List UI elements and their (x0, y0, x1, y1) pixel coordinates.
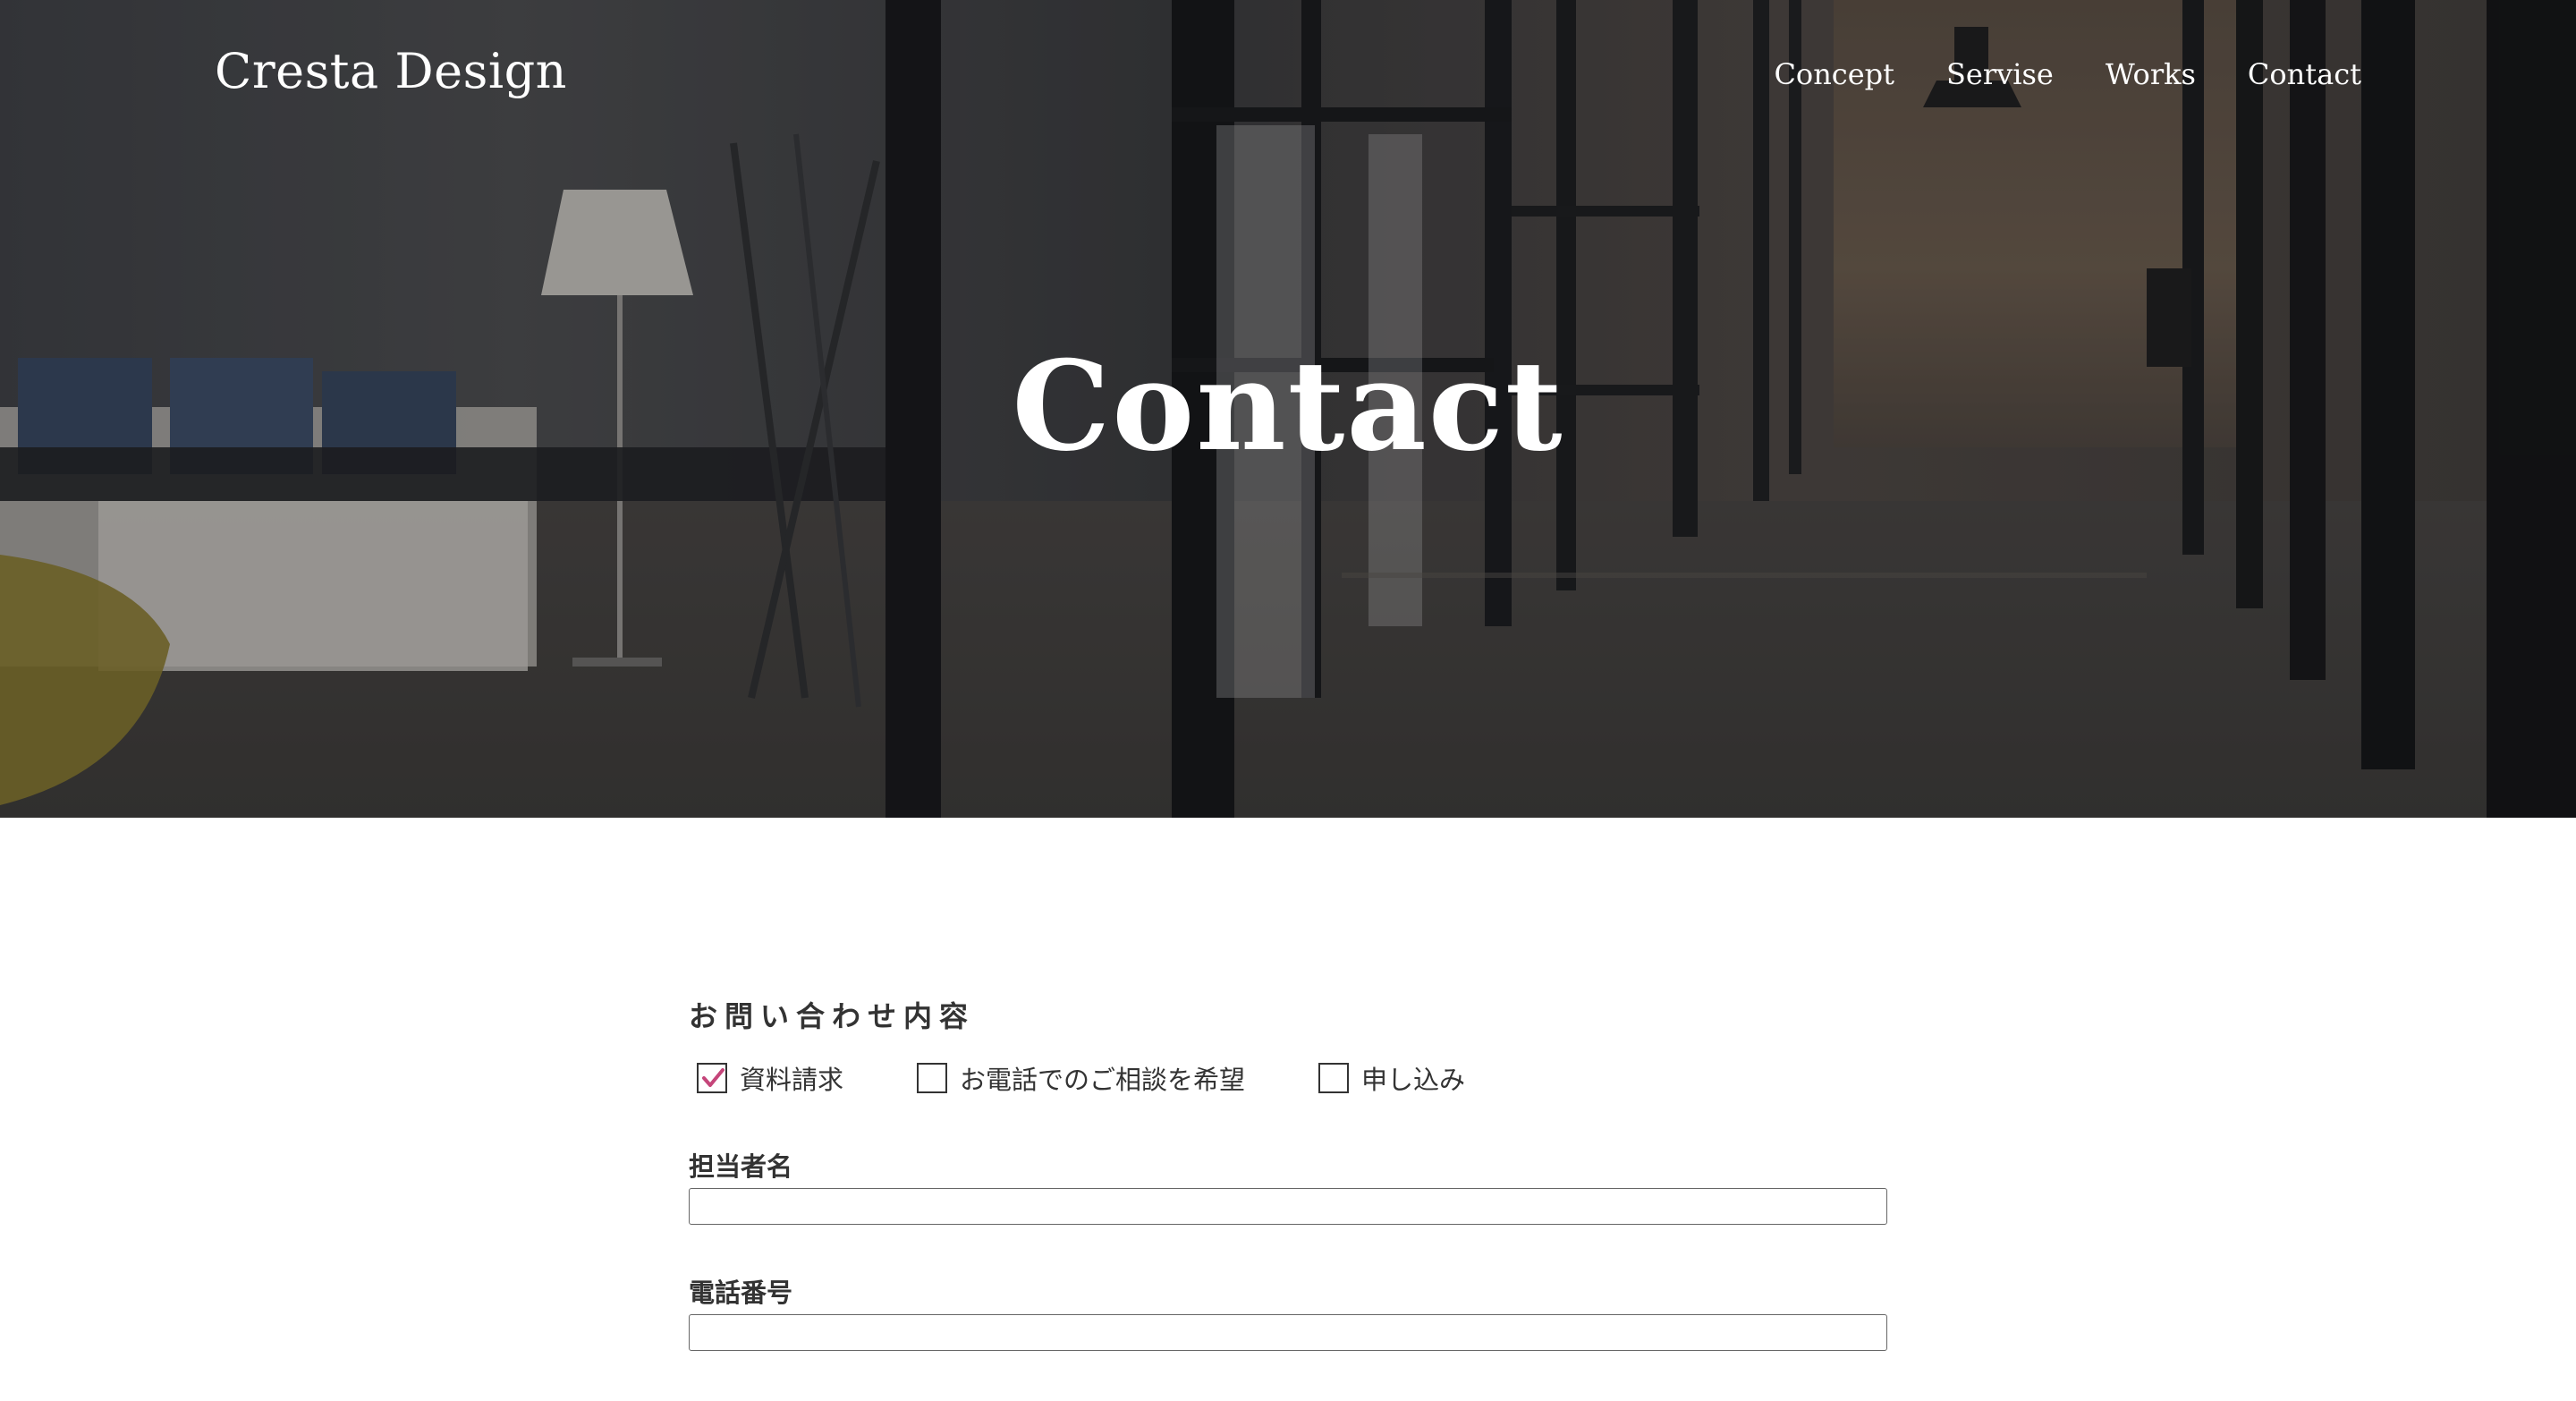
checkbox-unchecked[interactable] (1318, 1063, 1350, 1093)
nav-link-works[interactable]: Works (2106, 57, 2196, 91)
nav-link-contact[interactable]: Contact (2248, 57, 2361, 91)
phone-label: 電話番号 (689, 1278, 793, 1308)
option-document-request[interactable]: 資料請求 (697, 1059, 843, 1097)
option-label: 資料請求 (740, 1065, 844, 1095)
nav-link-servise[interactable]: Servise (1946, 57, 2054, 91)
contact-person-label: 担当者名 (689, 1151, 793, 1182)
checkbox-unchecked[interactable] (917, 1063, 948, 1093)
checkmark-icon (702, 1068, 724, 1087)
hero-section: Cresta Design Concept Servise Works Cont… (0, 0, 2576, 818)
main-nav: Concept Servise Works Contact (1774, 57, 2361, 91)
site-logo[interactable]: Cresta Design (215, 43, 567, 99)
inquiry-type-options: 資料請求 お電話でのご相談を希望 申し込み (689, 1056, 1887, 1100)
inquiry-type-label: お問い合わせ内容 (689, 999, 976, 1033)
page-title: Contact (1012, 333, 1564, 479)
phone-field: 電話番号 (689, 1275, 1887, 1351)
contact-person-field: 担当者名 (689, 1149, 1887, 1225)
contact-form: お問い合わせ内容 資料請求 お電話でのご相談を希望 申し込み 担当者名 電話番号 (689, 995, 1887, 1401)
option-application[interactable]: 申し込み (1318, 1059, 1465, 1097)
contact-person-input[interactable] (689, 1188, 1887, 1225)
phone-input[interactable] (689, 1314, 1887, 1351)
checkbox-checked[interactable] (697, 1063, 727, 1093)
option-label: お電話でのご相談を希望 (960, 1065, 1246, 1095)
option-label: 申し込み (1361, 1065, 1466, 1095)
nav-link-concept[interactable]: Concept (1774, 57, 1894, 91)
option-phone-consultation[interactable]: お電話でのご相談を希望 (917, 1059, 1245, 1097)
